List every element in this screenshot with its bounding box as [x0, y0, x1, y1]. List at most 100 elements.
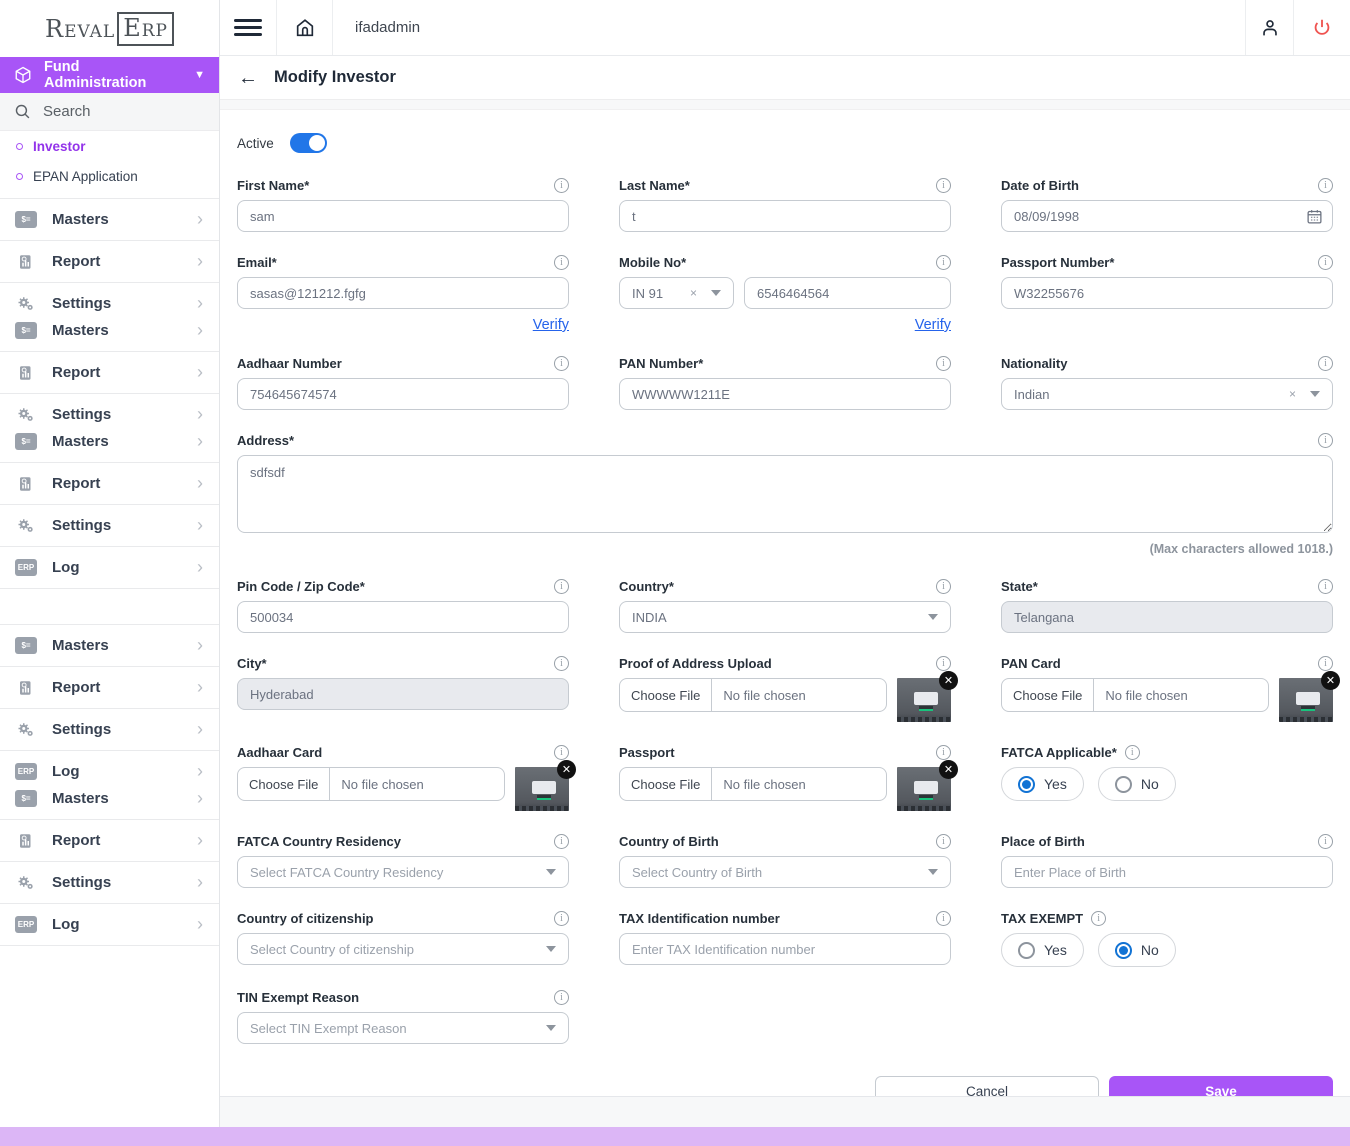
remove-file-icon[interactable]: [1321, 671, 1340, 690]
info-icon[interactable]: [1318, 178, 1333, 193]
email-verify-link[interactable]: Verify: [533, 317, 569, 333]
search-placeholder: Search: [43, 103, 91, 120]
fatca-yes-radio[interactable]: Yes: [1001, 767, 1084, 801]
info-icon[interactable]: [1125, 745, 1140, 760]
info-icon[interactable]: [936, 834, 951, 849]
sidebar-item-epan-application[interactable]: EPAN Application: [0, 161, 219, 191]
aadhaar-card-file-input[interactable]: Choose File No file chosen: [237, 767, 505, 801]
info-icon[interactable]: [554, 178, 569, 193]
passport-number-input[interactable]: [1001, 277, 1333, 309]
clear-icon[interactable]: [1289, 387, 1296, 401]
report-icon: [17, 832, 35, 850]
active-toggle[interactable]: [290, 133, 327, 153]
info-icon[interactable]: [1318, 579, 1333, 594]
nationality-select[interactable]: Indian: [1001, 378, 1333, 410]
profile-button[interactable]: [1245, 0, 1294, 55]
tax-exempt-yes-radio[interactable]: Yes: [1001, 933, 1084, 967]
info-icon[interactable]: [554, 911, 569, 926]
info-icon[interactable]: [554, 656, 569, 671]
info-icon[interactable]: [936, 656, 951, 671]
sidebar-item-masters[interactable]: $= Masters: [0, 317, 219, 344]
first-name-input[interactable]: [237, 200, 569, 232]
info-icon[interactable]: [554, 834, 569, 849]
sidebar-item-log[interactable]: ERP Log: [0, 554, 219, 581]
info-icon[interactable]: [1091, 911, 1106, 926]
info-icon[interactable]: [1318, 255, 1333, 270]
sidebar-item-settings[interactable]: Settings: [0, 401, 219, 428]
info-icon[interactable]: [936, 356, 951, 371]
choose-file-button[interactable]: Choose File: [620, 768, 712, 800]
remove-file-icon[interactable]: [939, 760, 958, 779]
sidebar-search[interactable]: Search: [0, 93, 219, 131]
remove-file-icon[interactable]: [557, 760, 576, 779]
info-icon[interactable]: [554, 255, 569, 270]
proof-of-address-file-input[interactable]: Choose File No file chosen: [619, 678, 887, 712]
country-code-select[interactable]: IN 91: [619, 277, 734, 309]
sidebar-item-masters[interactable]: $= Masters: [0, 785, 219, 812]
mobile-input[interactable]: [744, 277, 951, 309]
pan-number-input[interactable]: [619, 378, 951, 410]
sidebar-item-report[interactable]: Report: [0, 470, 219, 497]
aadhaar-number-input[interactable]: [237, 378, 569, 410]
proof-of-address-field: Proof of Address Upload Choose File No f…: [619, 655, 951, 722]
country-of-birth-select[interactable]: Select Country of Birth: [619, 856, 951, 888]
sidebar-item-settings[interactable]: Settings: [0, 512, 219, 539]
city-input: Hyderabad: [237, 678, 569, 710]
email-input[interactable]: [237, 277, 569, 309]
sidebar-item-report[interactable]: Report: [0, 248, 219, 275]
info-icon[interactable]: [554, 356, 569, 371]
back-arrow-icon[interactable]: ←: [238, 68, 258, 88]
sidebar-item-masters[interactable]: $= Masters: [0, 428, 219, 455]
address-textarea[interactable]: sdfsdf: [237, 455, 1333, 533]
clear-icon[interactable]: [690, 286, 697, 300]
module-selector[interactable]: Fund Administration ▼: [0, 57, 219, 93]
info-icon[interactable]: [936, 178, 951, 193]
pin-code-label: Pin Code / Zip Code*: [237, 579, 365, 594]
sidebar-item-settings[interactable]: Settings: [0, 716, 219, 743]
info-icon[interactable]: [936, 911, 951, 926]
place-of-birth-input[interactable]: [1001, 856, 1333, 888]
logout-button[interactable]: [1294, 0, 1350, 55]
remove-file-icon[interactable]: [939, 671, 958, 690]
sidebar-item-settings[interactable]: Settings: [0, 869, 219, 896]
sidebar-item-report[interactable]: Report: [0, 359, 219, 386]
info-icon[interactable]: [1318, 656, 1333, 671]
info-icon[interactable]: [1318, 834, 1333, 849]
calendar-icon[interactable]: [1306, 208, 1323, 225]
info-icon[interactable]: [936, 745, 951, 760]
home-button[interactable]: [277, 0, 333, 55]
sidebar-item-masters[interactable]: $= Masters: [0, 632, 219, 659]
choose-file-button[interactable]: Choose File: [620, 679, 712, 711]
menu-toggle-button[interactable]: [220, 0, 277, 55]
info-icon[interactable]: [1318, 356, 1333, 371]
info-icon[interactable]: [1318, 433, 1333, 448]
passport-file-input[interactable]: Choose File No file chosen: [619, 767, 887, 801]
chevron-right-icon: [197, 873, 203, 892]
choose-file-button[interactable]: Choose File: [1002, 679, 1094, 711]
fatca-country-select[interactable]: Select FATCA Country Residency: [237, 856, 569, 888]
last-name-input[interactable]: [619, 200, 951, 232]
sidebar-item-log[interactable]: ERP Log: [0, 758, 219, 785]
tax-exempt-no-radio[interactable]: No: [1098, 933, 1176, 967]
pin-code-input[interactable]: [237, 601, 569, 633]
date-of-birth-input[interactable]: [1001, 200, 1333, 232]
mobile-verify-link[interactable]: Verify: [915, 317, 951, 333]
info-icon[interactable]: [554, 745, 569, 760]
sidebar-item-report[interactable]: Report: [0, 674, 219, 701]
tin-exempt-select[interactable]: Select TIN Exempt Reason: [237, 1012, 569, 1044]
info-icon[interactable]: [936, 579, 951, 594]
pan-card-file-input[interactable]: Choose File No file chosen: [1001, 678, 1269, 712]
info-icon[interactable]: [936, 255, 951, 270]
citizenship-select[interactable]: Select Country of citizenship: [237, 933, 569, 965]
sidebar-item-report[interactable]: Report: [0, 827, 219, 854]
sidebar-item-masters[interactable]: $= Masters: [0, 206, 219, 233]
sidebar-item-settings[interactable]: Settings: [0, 290, 219, 317]
info-icon[interactable]: [554, 990, 569, 1005]
sidebar-item-log[interactable]: ERP Log: [0, 911, 219, 938]
sidebar-item-investor[interactable]: Investor: [0, 131, 219, 161]
fatca-no-radio[interactable]: No: [1098, 767, 1176, 801]
logo-text-erp: Erp: [117, 12, 174, 46]
info-icon[interactable]: [554, 579, 569, 594]
tax-id-input[interactable]: [619, 933, 951, 965]
choose-file-button[interactable]: Choose File: [238, 768, 330, 800]
